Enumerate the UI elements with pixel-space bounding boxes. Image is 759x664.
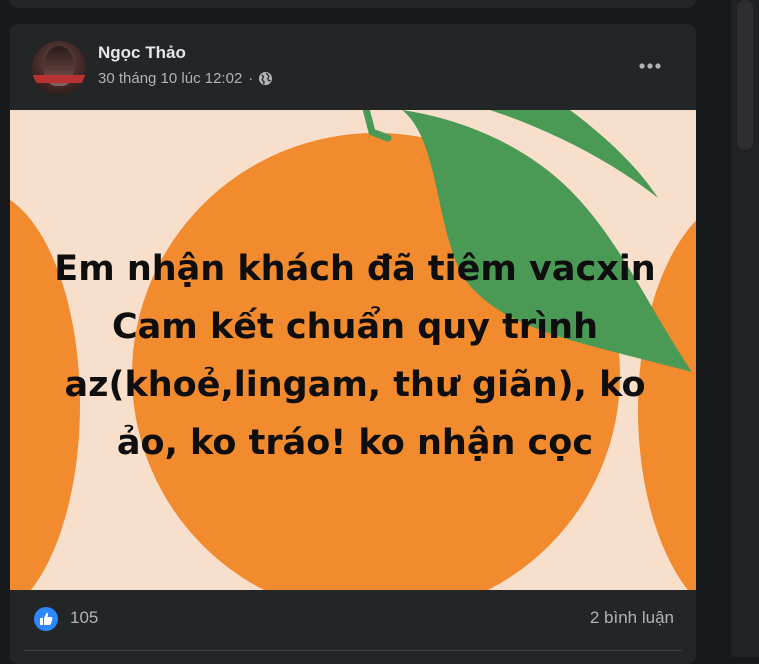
- scrollbar[interactable]: [731, 0, 759, 657]
- scrollbar-thumb[interactable]: [737, 0, 753, 150]
- footer-divider: [24, 650, 682, 651]
- avatar-banner: [32, 75, 86, 83]
- more-options-button[interactable]: [630, 48, 670, 84]
- previous-post-card-bottom: [10, 0, 696, 8]
- post-footer: 105 2 bình luận: [10, 590, 696, 650]
- image-caption: Em nhận khách đã tiêm vacxin Cam kết chu…: [50, 240, 660, 472]
- caption-line: ảo, ko tráo! ko nhận cọc: [116, 423, 594, 463]
- caption-line: Em nhận khách đã tiêm vacxin: [54, 249, 656, 289]
- post-header: Ngọc Thảo 30 tháng 10 lúc 12:02 ·: [10, 24, 696, 110]
- reaction-count[interactable]: 105: [70, 608, 98, 628]
- meta-separator: ·: [248, 70, 254, 87]
- post-image[interactable]: Em nhận khách đã tiêm vacxin Cam kết chu…: [10, 110, 696, 590]
- caption-line: az(khoẻ,lingam, thư giãn), ko: [64, 365, 646, 405]
- previous-post-edge: [0, 0, 759, 24]
- post-meta: 30 tháng 10 lúc 12:02 ·: [98, 70, 273, 87]
- more-options-icon: [639, 63, 661, 69]
- post-card: Ngọc Thảo 30 tháng 10 lúc 12:02 · Em nhậ…: [10, 24, 696, 664]
- author-avatar[interactable]: [32, 41, 86, 95]
- like-icon[interactable]: [34, 607, 58, 631]
- post-timestamp[interactable]: 30 tháng 10 lúc 12:02: [98, 70, 242, 87]
- globe-icon[interactable]: [258, 71, 273, 86]
- author-name[interactable]: Ngọc Thảo: [98, 43, 186, 63]
- caption-line: Cam kết chuẩn quy trình: [112, 307, 598, 347]
- comment-count[interactable]: 2 bình luận: [590, 608, 674, 628]
